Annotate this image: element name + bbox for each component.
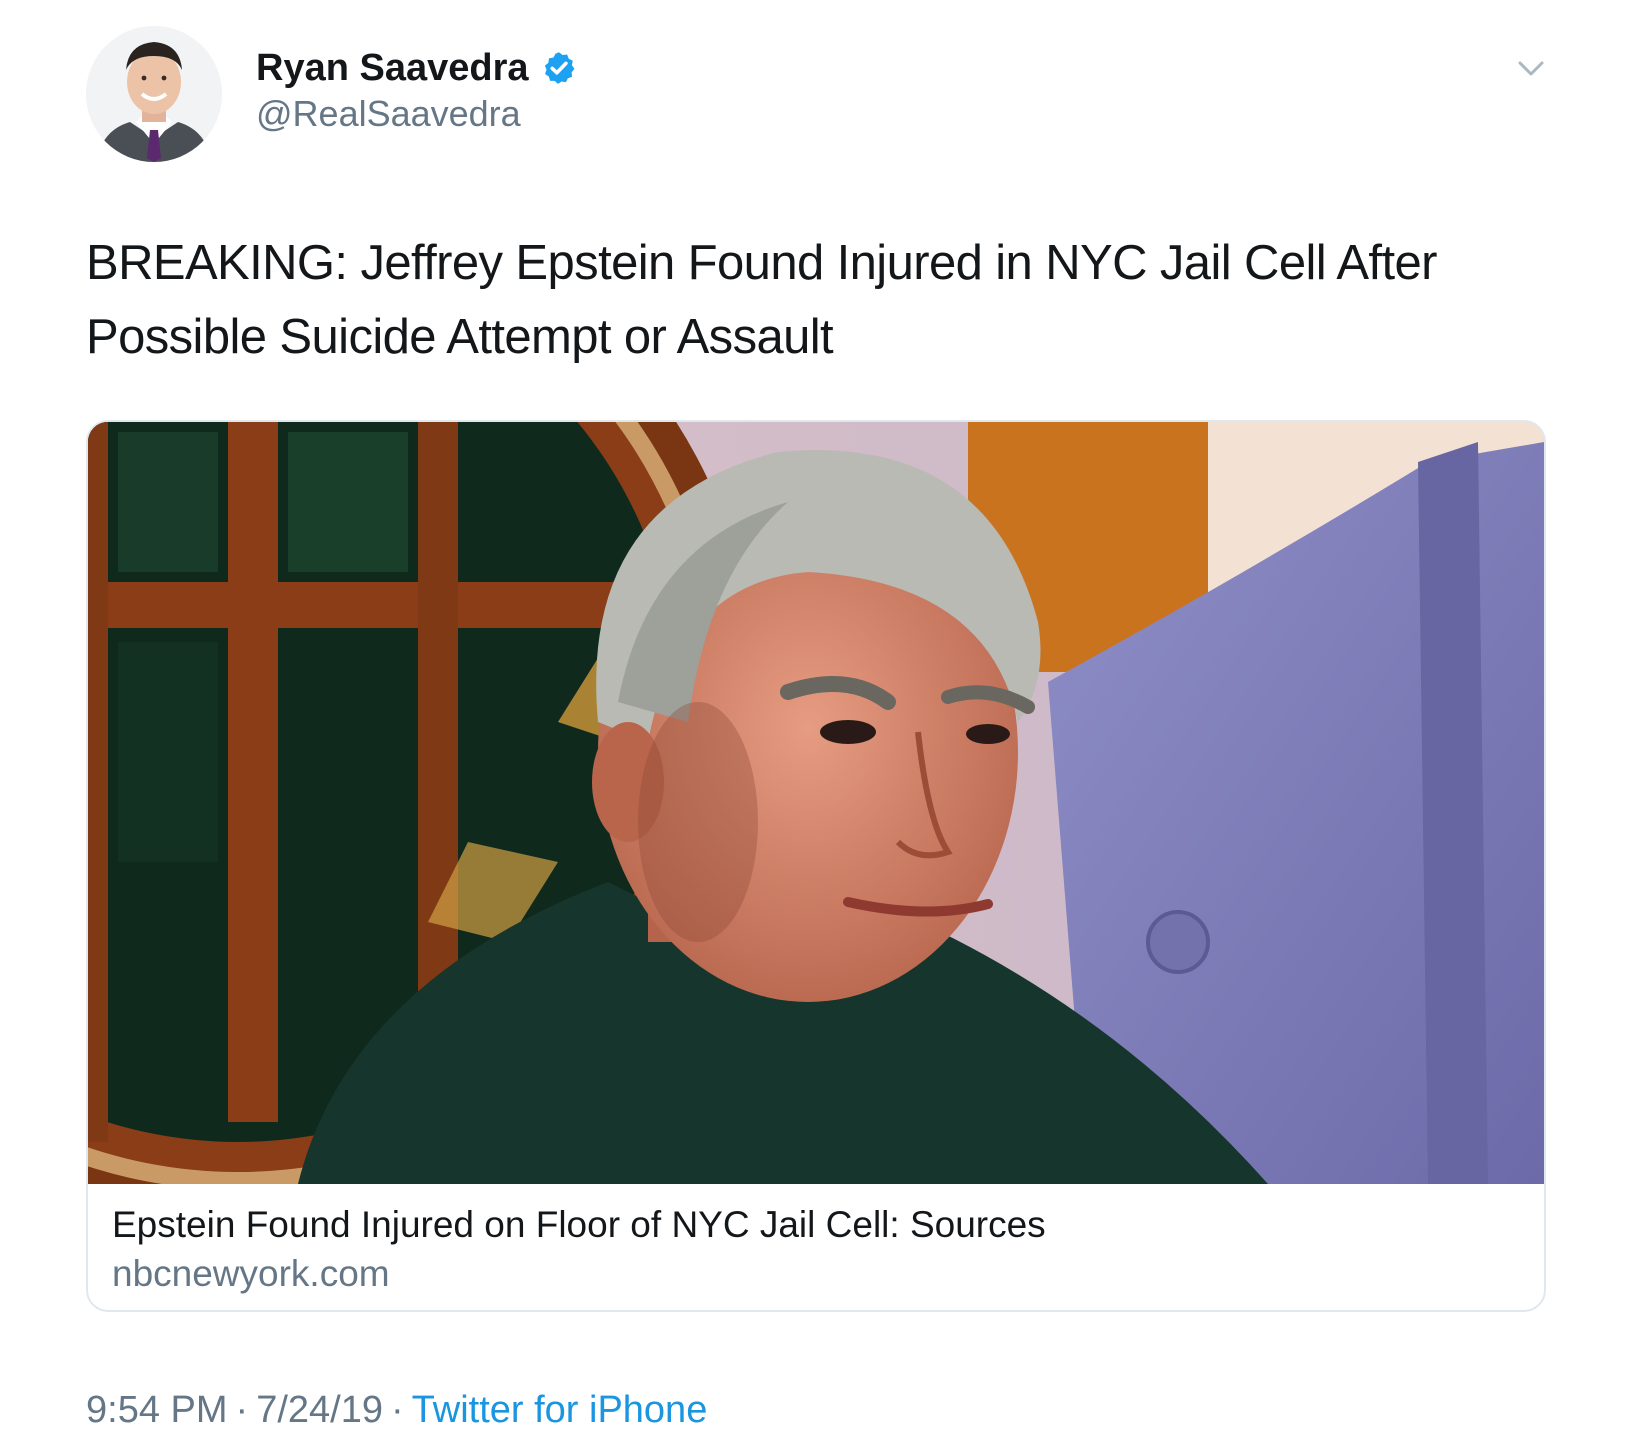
- tweet-time[interactable]: 9:54 PM: [86, 1389, 228, 1431]
- author-name-row[interactable]: Ryan Saavedra: [256, 44, 577, 92]
- tweet-date[interactable]: 7/24/19: [256, 1389, 383, 1431]
- card-title[interactable]: Epstein Found Injured on Floor of NYC Ja…: [112, 1202, 1046, 1248]
- tweet-text: BREAKING: Jeffrey Epstein Found Injured …: [86, 236, 1437, 364]
- author-display-name[interactable]: Ryan Saavedra: [256, 44, 529, 92]
- card-photo: [88, 422, 1544, 1184]
- meta-separator: ·: [235, 1389, 249, 1431]
- tweet-source-link[interactable]: Twitter for iPhone: [412, 1389, 708, 1431]
- card-image[interactable]: [88, 422, 1544, 1184]
- meta-separator: ·: [390, 1389, 404, 1431]
- verified-badge-icon: [541, 50, 577, 86]
- link-preview-card[interactable]: Epstein Found Injured on Floor of NYC Ja…: [86, 420, 1546, 1312]
- author-handle[interactable]: @RealSaavedra: [256, 92, 521, 136]
- avatar-photo: [86, 26, 222, 162]
- chevron-down-icon[interactable]: [1516, 58, 1546, 80]
- tweet-meta: 9:54 PM · 7/24/19 · Twitter for iPhone: [86, 1386, 707, 1434]
- card-domain: nbcnewyork.com: [112, 1253, 390, 1294]
- avatar[interactable]: [86, 26, 222, 162]
- tweet: Ryan Saavedra @RealSaavedra BREAKING: Je…: [0, 0, 1634, 1446]
